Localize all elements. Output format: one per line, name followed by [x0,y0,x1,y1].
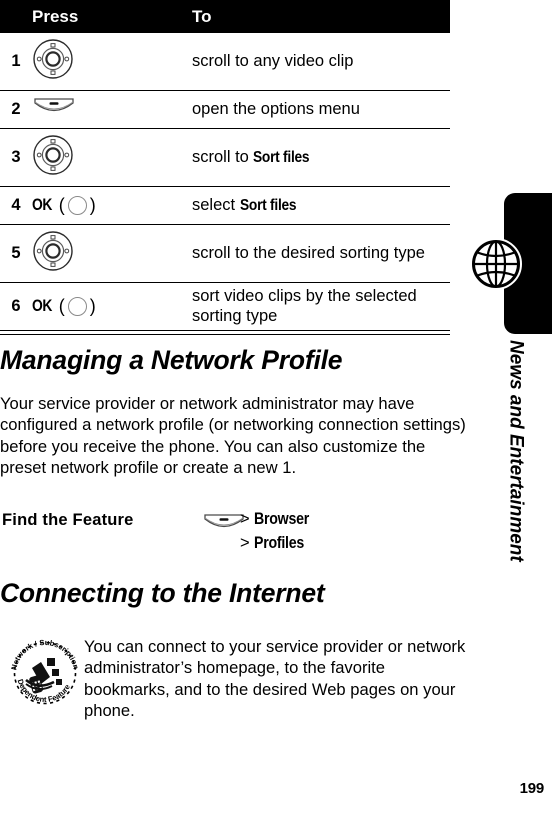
find-the-feature-path: > Browser > Profiles [240,508,318,556]
step-description: sort video clips by the selected sorting… [192,282,450,331]
step-description-emphasis: Sort files [253,148,310,166]
paren-open: ( [58,295,65,316]
step-press [32,33,192,91]
chapter-label-text: News and Entertainment [505,340,527,562]
step-press: OK ( ) [32,282,192,331]
breadcrumb-label: Profiles [254,533,305,552]
ok-key-icon: OK ( ) [32,296,96,317]
step-description-text: scroll to the desired sorting type [192,243,425,262]
svg-text:Dependent Feature: Dependent Feature [16,678,72,704]
breadcrumb-item[interactable]: > Browser [240,508,318,532]
step-description-text: scroll to [192,147,254,166]
step-number: 6 [0,282,32,331]
paren-close: ) [89,295,96,316]
svg-text:Network / Subscription: Network / Subscription [10,638,80,671]
network-dependent-note-text: You can connect to your service provider… [84,637,466,721]
step-press [32,224,192,283]
menu-key-icon [32,96,192,123]
content-column: Press To 1 scroll to any video clip 2 op… [0,0,470,335]
table-row: 6 OK ( ) sort video clips by the selecte… [0,282,450,331]
ok-key-label: OK [32,195,52,214]
step-description-text: open the options menu [192,99,360,118]
step-press: OK ( ) [32,186,192,225]
step-description-text: scroll to any video clip [192,51,354,70]
navigation-key-icon [32,134,192,181]
breadcrumb-separator: > [240,533,250,552]
paren-close: ) [89,194,96,215]
step-press [32,128,192,187]
header-to: To [192,0,450,33]
step-description: scroll to any video clip [192,33,450,91]
table-row: 5 scroll to the desired sorting type [0,224,450,283]
header-press: Press [32,0,192,33]
table-header-row: Press To [0,0,450,33]
step-description-emphasis: Sort files [239,196,297,214]
breadcrumb-separator: > [240,510,250,528]
step-number: 1 [0,33,32,91]
step-press [32,90,192,129]
section-body-managing-a-network-profile: Your service provider or network adminis… [0,394,466,478]
step-number: 4 [0,186,32,225]
navigation-key-icon [32,230,192,277]
table-row: 2 open the options menu [0,90,450,129]
step-description: scroll to Sort files [192,128,450,187]
table-row: 3 scroll to Sort files [0,128,450,187]
step-description: open the options menu [192,90,450,129]
paren-open: ( [58,194,65,215]
network-subscription-dependent-feature-icon: Network / Subscription Dependent Feature [9,638,81,713]
step-number: 3 [0,128,32,187]
ok-key-label: OK [32,296,52,315]
section-heading-managing-a-network-profile: Managing a Network Profile [0,345,343,375]
table-row: 4 OK ( ) select Sort files [0,186,450,225]
section-heading-connecting-to-the-internet: Connecting to the Internet [0,578,325,608]
step-number: 2 [0,90,32,129]
globe-icon [470,238,522,290]
manual-page: News and Entertainment 199 Press To 1 sc… [0,0,552,817]
step-description: scroll to the desired sorting type [192,224,450,283]
steps-table: Press To 1 scroll to any video clip 2 op… [0,0,450,331]
navigation-key-icon [32,38,192,85]
breadcrumb-item[interactable]: > Profiles [240,532,318,556]
breadcrumb-label: Browser [254,510,310,528]
step-description-text: sort video clips by the selected sorting… [192,287,417,325]
ok-key-circle [67,195,87,215]
page-number: 199 [519,780,545,797]
find-the-feature-label: Find the Feature [2,511,134,529]
step-description: select Sort files [192,186,450,225]
step-description-text: select [192,195,240,214]
ok-key-circle [67,296,87,316]
header-number [0,0,32,33]
table-row: 1 scroll to any video clip [0,33,450,91]
chapter-label: News and Entertainment [496,340,536,630]
table-bottom-rule [0,333,450,335]
ok-key-icon: OK ( ) [32,195,96,216]
step-number: 5 [0,224,32,283]
